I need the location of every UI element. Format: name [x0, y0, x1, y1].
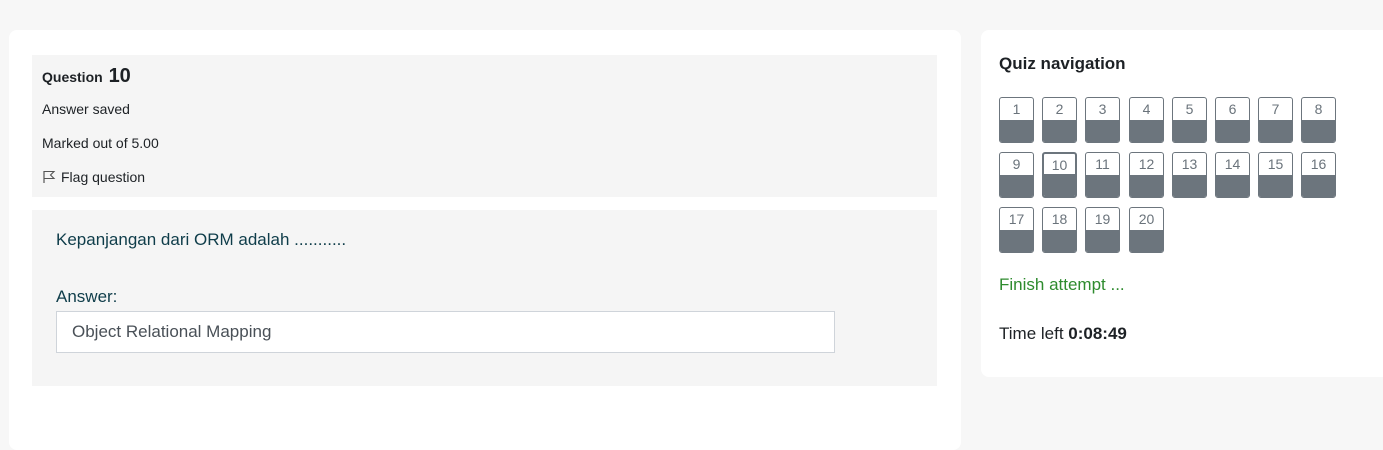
quiz-nav-button[interactable]: 11 — [1085, 152, 1120, 198]
answered-indicator — [1044, 174, 1075, 196]
quiz-nav-button-label: 1 — [1012, 101, 1021, 117]
quiz-nav-button[interactable]: 6 — [1215, 97, 1250, 143]
quiz-nav-button-label: 9 — [1012, 156, 1021, 172]
quiz-nav-button[interactable]: 15 — [1258, 152, 1293, 198]
quiz-nav-button-label: 17 — [1008, 211, 1025, 227]
quiz-nav-button-label: 11 — [1095, 156, 1110, 172]
answered-indicator — [1302, 175, 1335, 197]
answered-indicator — [1000, 120, 1033, 142]
question-state: Answer saved — [42, 101, 130, 117]
quiz-nav-button-label: 15 — [1267, 156, 1284, 172]
answer-input[interactable] — [56, 311, 835, 353]
quiz-nav-button-label: 7 — [1271, 101, 1280, 117]
answered-indicator — [1000, 175, 1033, 197]
question-number: Question 10 — [42, 65, 131, 88]
answered-indicator — [1130, 230, 1163, 252]
quiz-nav-button-label: 2 — [1055, 101, 1064, 117]
question-content-panel: Kepanjangan dari ORM adalah ........... … — [32, 210, 937, 386]
quiz-nav-button-label: 12 — [1138, 156, 1155, 172]
answered-indicator — [1043, 120, 1076, 142]
finish-attempt-link[interactable]: Finish attempt ... — [999, 275, 1125, 295]
question-number-value: 10 — [108, 65, 131, 87]
quiz-nav-button[interactable]: 3 — [1085, 97, 1120, 143]
quiz-nav-button-label: 20 — [1138, 211, 1155, 227]
quiz-nav-button-label: 8 — [1314, 101, 1323, 117]
quiz-nav-button-label: 5 — [1185, 101, 1194, 117]
answered-indicator — [1173, 175, 1206, 197]
answered-indicator — [1086, 175, 1119, 197]
quiz-nav-button-label: 3 — [1098, 101, 1107, 117]
quiz-nav-button-label: 18 — [1051, 211, 1068, 227]
answered-indicator — [1086, 230, 1119, 252]
quiz-nav-button[interactable]: 2 — [1042, 97, 1077, 143]
quiz-nav-button[interactable]: 10 — [1042, 152, 1077, 198]
question-grade: Marked out of 5.00 — [42, 135, 159, 151]
answered-indicator — [1259, 175, 1292, 197]
question-text: Kepanjangan dari ORM adalah ........... — [56, 230, 347, 249]
flag-icon — [42, 170, 56, 184]
quiz-nav-button-label: 6 — [1228, 101, 1237, 117]
answered-indicator — [1000, 230, 1033, 252]
quiz-navigation-block: Quiz navigation 1 2 3 4 5 6 7 8 9 10 11 12 13 14 15 16 1… — [981, 30, 1383, 377]
quiz-nav-button[interactable]: 13 — [1172, 152, 1207, 198]
quiz-nav-button[interactable]: 5 — [1172, 97, 1207, 143]
flag-question-link[interactable]: Flag question — [42, 169, 145, 185]
quiz-nav-button[interactable]: 9 — [999, 152, 1034, 198]
flag-question-label: Flag question — [61, 169, 146, 185]
answered-indicator — [1130, 175, 1163, 197]
quiz-nav-button-label: 16 — [1310, 156, 1327, 172]
answered-indicator — [1216, 175, 1249, 197]
answered-indicator — [1302, 120, 1335, 142]
answered-indicator — [1043, 230, 1076, 252]
quiz-nav-button-label: 10 — [1051, 157, 1068, 173]
quiz-nav-button[interactable]: 4 — [1129, 97, 1164, 143]
time-left-label: Time left — [999, 324, 1064, 343]
quiz-nav-button-label: 4 — [1142, 101, 1151, 117]
answered-indicator — [1259, 120, 1292, 142]
quiz-navigation-title: Quiz navigation — [999, 54, 1126, 73]
quiz-nav-button-label: 14 — [1224, 156, 1241, 172]
quiz-nav-button[interactable]: 16 — [1301, 152, 1336, 198]
quiz-nav-button-label: 13 — [1181, 156, 1198, 172]
question-info-panel: Question 10 Answer saved Marked out of 5… — [32, 55, 937, 197]
quiz-nav-button[interactable]: 7 — [1258, 97, 1293, 143]
quiz-nav-button[interactable]: 1 — [999, 97, 1034, 143]
quiz-timer: Time left 0:08:49 — [999, 324, 1127, 344]
quiz-nav-button[interactable]: 17 — [999, 207, 1034, 253]
quiz-nav-button-label: 19 — [1094, 211, 1111, 227]
answered-indicator — [1086, 120, 1119, 142]
quiz-nav-button[interactable]: 8 — [1301, 97, 1336, 143]
question-number-label: Question — [42, 69, 103, 85]
quiz-nav-button[interactable]: 14 — [1215, 152, 1250, 198]
quiz-nav-button[interactable]: 20 — [1129, 207, 1164, 253]
quiz-nav-button[interactable]: 19 — [1085, 207, 1120, 253]
quiz-nav-button[interactable]: 18 — [1042, 207, 1077, 253]
time-left-value: 0:08:49 — [1068, 324, 1127, 343]
answered-indicator — [1130, 120, 1163, 142]
quiz-nav-button[interactable]: 12 — [1129, 152, 1164, 198]
answer-label: Answer: — [56, 287, 118, 306]
question-card: Question 10 Answer saved Marked out of 5… — [9, 30, 961, 450]
answered-indicator — [1173, 120, 1206, 142]
answered-indicator — [1216, 120, 1249, 142]
